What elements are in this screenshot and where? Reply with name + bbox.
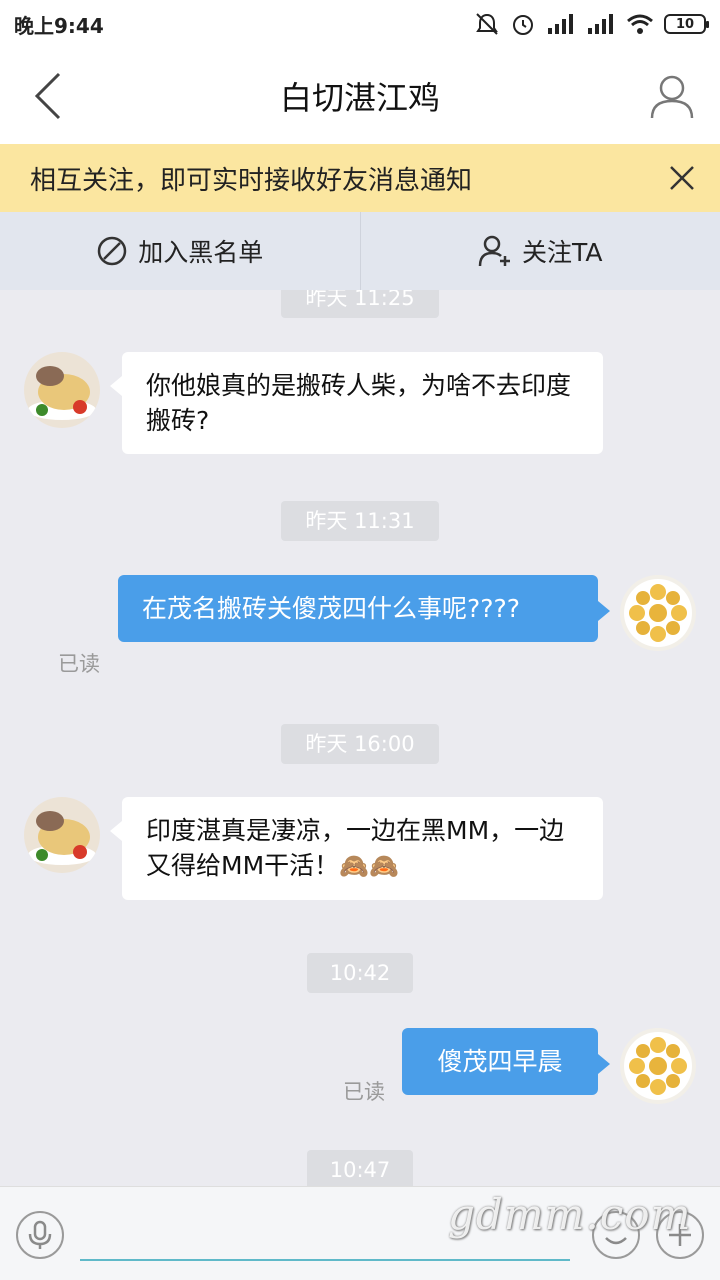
notice-text: 相互关注，即可实时接收好友消息通知 bbox=[30, 165, 473, 196]
watermark: gdmm.com bbox=[448, 1190, 692, 1239]
read-status: 已读 bbox=[58, 652, 100, 676]
message-bubble-incoming[interactable]: 印度湛真是凄凉，一边在黑MM，一边又得给MM干活！🙈🙈 bbox=[110, 797, 603, 900]
message-bubble-incoming[interactable]: 你他娘真的是搬砖人柴，为啥不去印度搬砖? bbox=[110, 352, 603, 454]
chat-area[interactable]: 昨天 11:25 你他娘真的是搬砖人柴，为啥不去印度搬砖? 昨天 11:31 已… bbox=[0, 290, 720, 1186]
blacklist-button[interactable]: 加入黑名单 bbox=[0, 212, 360, 290]
chicken-dish-avatar-icon bbox=[24, 797, 100, 873]
back-arrow-icon bbox=[34, 72, 61, 120]
signal-icon-2 bbox=[588, 14, 613, 34]
follow-label: 关注TA bbox=[522, 238, 603, 267]
blacklist-label: 加入黑名单 bbox=[138, 238, 264, 267]
message-text: 你他娘真的是搬砖人柴，为啥不去印度搬砖? bbox=[146, 371, 572, 435]
timestamp: 昨天 16:00 bbox=[281, 724, 439, 764]
add-user-icon bbox=[478, 235, 511, 267]
signal-icon bbox=[548, 14, 573, 34]
profile-icon bbox=[650, 75, 694, 119]
wifi-icon bbox=[627, 14, 653, 34]
timestamp: 10:42 bbox=[307, 953, 413, 993]
close-icon bbox=[670, 166, 694, 190]
status-bar: 晚上9:44 10 bbox=[0, 0, 720, 48]
profile-button[interactable] bbox=[646, 70, 698, 122]
message-text: 傻茂四早晨 bbox=[437, 1047, 563, 1076]
alarm-icon bbox=[513, 15, 533, 35]
voice-button[interactable] bbox=[16, 1211, 64, 1259]
title-bar: 白切湛江鸡 bbox=[0, 48, 720, 144]
my-avatar[interactable] bbox=[620, 575, 696, 651]
notice-close-button[interactable] bbox=[662, 158, 702, 198]
timestamp: 昨天 11:25 bbox=[281, 290, 439, 318]
follow-notice-bar: 相互关注，即可实时接收好友消息通知 bbox=[0, 144, 720, 212]
follow-button[interactable]: 关注TA bbox=[361, 212, 720, 290]
chicken-dish-avatar-icon bbox=[24, 352, 100, 428]
timestamp: 10:47 bbox=[307, 1150, 413, 1186]
page-title: 白切湛江鸡 bbox=[279, 79, 440, 117]
mic-icon bbox=[28, 1220, 52, 1249]
back-button[interactable] bbox=[22, 70, 74, 122]
mute-alarm-icon bbox=[476, 13, 498, 35]
read-status: 已读 bbox=[343, 1080, 385, 1104]
message-bubble-outgoing[interactable]: 傻茂四早晨 bbox=[402, 1028, 610, 1095]
status-icons: 10 bbox=[474, 11, 709, 37]
pastry-avatar-icon bbox=[620, 1028, 696, 1104]
timestamp: 昨天 11:31 bbox=[281, 501, 439, 541]
pastry-avatar-icon bbox=[620, 575, 696, 651]
monkey-emoji: 🙈🙈 bbox=[339, 852, 399, 880]
contact-avatar[interactable] bbox=[24, 797, 100, 873]
block-icon bbox=[97, 236, 127, 266]
status-time: 晚上9:44 bbox=[14, 13, 104, 38]
contact-avatar[interactable] bbox=[24, 352, 100, 428]
message-text: 在茂名搬砖关傻茂四什么事呢???? bbox=[142, 594, 521, 623]
message-bubble-outgoing[interactable]: 在茂名搬砖关傻茂四什么事呢???? bbox=[118, 575, 610, 642]
battery-icon: 10 bbox=[664, 14, 709, 34]
action-bar: 加入黑名单 关注TA bbox=[0, 212, 720, 290]
my-avatar[interactable] bbox=[620, 1028, 696, 1104]
